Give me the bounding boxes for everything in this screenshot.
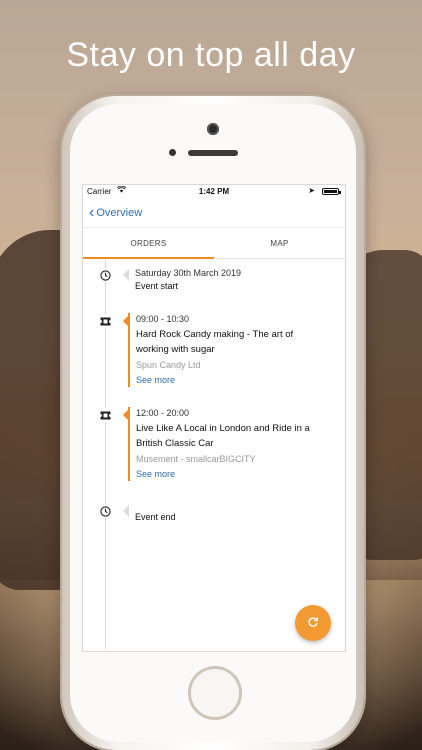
tab-orders[interactable]: ORDERS xyxy=(83,228,214,259)
refresh-icon xyxy=(307,616,319,631)
order-title: Live Like A Local in London and Ride in … xyxy=(136,421,337,451)
status-bar: Carrier 1:42 PM ➤ xyxy=(83,185,345,199)
battery-icon xyxy=(322,188,341,195)
tab-bar: ORDERS MAP xyxy=(83,227,345,259)
order-card[interactable]: 12:00 - 20:00 Live Like A Local in Londo… xyxy=(128,407,337,481)
order-title: Hard Rock Candy making - The art of work… xyxy=(136,327,337,357)
front-camera xyxy=(207,123,219,135)
tab-map[interactable]: MAP xyxy=(214,228,345,258)
navigation-bar: ‹ Overview xyxy=(83,199,345,227)
clock-icon xyxy=(98,504,112,518)
event-end-label: Event end xyxy=(135,512,176,522)
app-screen: Carrier 1:42 PM ➤ ‹ Overview ORDERS MAP xyxy=(82,184,346,652)
tagline: Stay on top all day xyxy=(66,36,356,74)
see-more-link[interactable]: See more xyxy=(136,374,337,387)
back-chevron-icon[interactable]: ‹ xyxy=(89,205,94,221)
order-title-line1: Hard Rock Candy making - The art of xyxy=(136,329,294,340)
order-provider: Musement - smallcarBIGCITY xyxy=(136,454,256,464)
timeline: Saturday 30th March 2019 Event start 09:… xyxy=(83,259,345,649)
order-title-line2: working with sugar xyxy=(136,344,215,355)
ticket-icon xyxy=(98,408,112,422)
see-more-link[interactable]: See more xyxy=(136,468,337,481)
status-time: 1:42 PM xyxy=(198,187,230,196)
order-card[interactable]: 09:00 - 10:30 Hard Rock Candy making - T… xyxy=(128,313,337,387)
phone-frame: Carrier 1:42 PM ➤ ‹ Overview ORDERS MAP xyxy=(62,96,364,750)
order-provider: Spun Candy Ltd xyxy=(136,360,201,370)
order-title-line2: British Classic Car xyxy=(136,438,214,449)
ticket-icon xyxy=(98,314,112,328)
clock-icon xyxy=(98,268,112,282)
back-button[interactable]: Overview xyxy=(96,207,142,219)
event-date: Saturday 30th March 2019 xyxy=(135,268,242,278)
order-time: 09:00 - 10:30 xyxy=(136,314,190,324)
order-title-line1: Live Like A Local in London and Ride in … xyxy=(136,423,310,434)
location-arrow-icon: ➤ xyxy=(308,186,315,195)
proximity-sensor xyxy=(169,149,176,156)
event-start-card: Saturday 30th March 2019 Event start xyxy=(129,267,337,293)
home-button[interactable] xyxy=(188,666,242,720)
order-time: 12:00 - 20:00 xyxy=(136,408,190,418)
event-start-label: Event start xyxy=(135,281,179,291)
event-end-card: Event end xyxy=(129,503,337,524)
refresh-button[interactable] xyxy=(295,605,331,641)
earpiece-speaker xyxy=(188,150,238,156)
